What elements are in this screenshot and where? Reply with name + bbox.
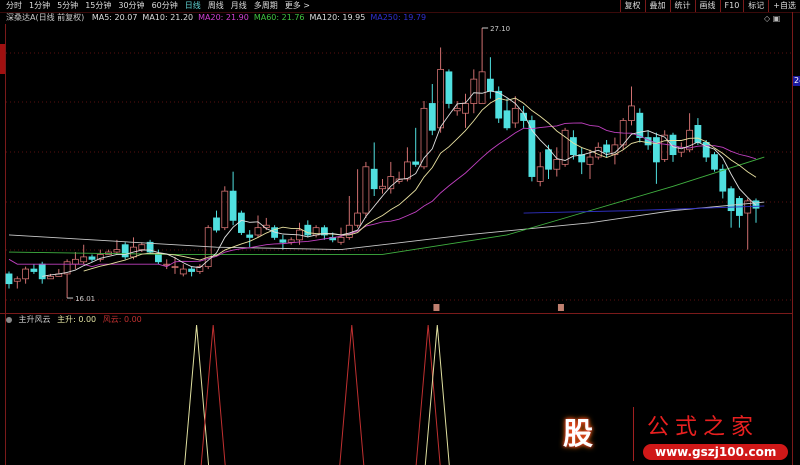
- ma60-line: [8, 156, 765, 255]
- watermark-name: 公式之家: [647, 415, 760, 440]
- candle-body: [30, 268, 38, 272]
- candle-body: [229, 190, 237, 221]
- candle-body: [47, 275, 54, 280]
- indicator-settings-icon[interactable]: [6, 317, 12, 323]
- candle-body: [428, 103, 436, 131]
- candle-body: [337, 237, 345, 243]
- candle-body: [495, 90, 503, 119]
- signal-spike: [415, 324, 441, 465]
- candle-body: [22, 268, 30, 280]
- candle-body: [752, 200, 760, 209]
- candle-body: [586, 156, 594, 165]
- indicator-name[interactable]: 主升风云: [19, 315, 51, 324]
- signal-spike: [200, 324, 226, 465]
- event-marker-icon: [433, 304, 440, 311]
- candle-body: [412, 161, 420, 165]
- candle-body: [188, 268, 196, 272]
- candle-body: [636, 112, 644, 138]
- candle-body: [88, 256, 96, 260]
- candle-body: [138, 244, 146, 250]
- signal-spike: [424, 324, 450, 465]
- candle-body: [403, 161, 411, 180]
- candle-body: [213, 217, 220, 231]
- signal-spike: [339, 324, 365, 465]
- candle-body: [545, 149, 552, 170]
- candle-body: [113, 249, 121, 253]
- candle-body: [279, 239, 287, 243]
- candle-body: [603, 144, 610, 153]
- candle-body: [702, 142, 710, 158]
- candle-body: [470, 78, 478, 104]
- low-price-label: 16.01: [75, 295, 95, 303]
- indicator-value-zhusheng: 主升: 0.00: [57, 315, 97, 324]
- candle-body: [462, 103, 469, 114]
- candle-body: [221, 190, 229, 229]
- candle-body: [511, 107, 519, 124]
- indicator-info: 主升风云 主升: 0.00 风云: 0.00: [6, 315, 146, 325]
- candle-body: [653, 137, 660, 163]
- candle-body: [345, 224, 353, 238]
- watermark-divider: [633, 407, 634, 461]
- candle-body: [453, 107, 461, 112]
- candle-body: [503, 110, 511, 129]
- candle-body: [486, 78, 494, 92]
- candle-body: [72, 258, 79, 265]
- high-price-label: 27.10: [490, 25, 510, 33]
- candle-body: [246, 234, 254, 238]
- candle-body: [711, 154, 718, 170]
- candle-body: [362, 166, 370, 214]
- candle-body: [370, 168, 378, 190]
- indicator-value-fengyun: 风云: 0.00: [102, 315, 142, 324]
- candle-body: [121, 244, 129, 258]
- event-marker-icon: [557, 304, 564, 311]
- candle-body: [719, 168, 727, 192]
- candle-body: [287, 239, 295, 243]
- candle-body: [379, 185, 386, 190]
- watermark-url: www.gszj100.com: [643, 444, 789, 460]
- candle-body: [80, 256, 88, 263]
- candle-body: [553, 159, 561, 170]
- candle-body: [437, 68, 445, 129]
- candle-body: [354, 212, 362, 226]
- ma120-line: [8, 201, 765, 251]
- candle-body: [154, 254, 162, 263]
- candle-body: [445, 71, 453, 104]
- candle-body: [237, 212, 245, 233]
- candle-body: [478, 71, 486, 104]
- candle-body: [5, 273, 13, 285]
- signal-spike: [184, 324, 210, 465]
- candle-body: [304, 224, 312, 236]
- candle-body: [254, 227, 262, 236]
- candle-body: [13, 278, 21, 282]
- watermark-logo: 股 公式之家 www.gszj100.com: [555, 405, 795, 463]
- candle-body: [179, 268, 187, 275]
- candle-body: [694, 125, 702, 143]
- candle-body: [661, 134, 669, 160]
- candle-body: [536, 166, 544, 182]
- candle-body: [38, 263, 46, 280]
- candle-body: [570, 137, 577, 156]
- kline-chart[interactable]: 27.10 16.01: [0, 0, 792, 465]
- price-axis-label: 24: [793, 76, 800, 86]
- watermark-bull-icon: 股: [563, 417, 593, 452]
- candle-body: [628, 105, 635, 121]
